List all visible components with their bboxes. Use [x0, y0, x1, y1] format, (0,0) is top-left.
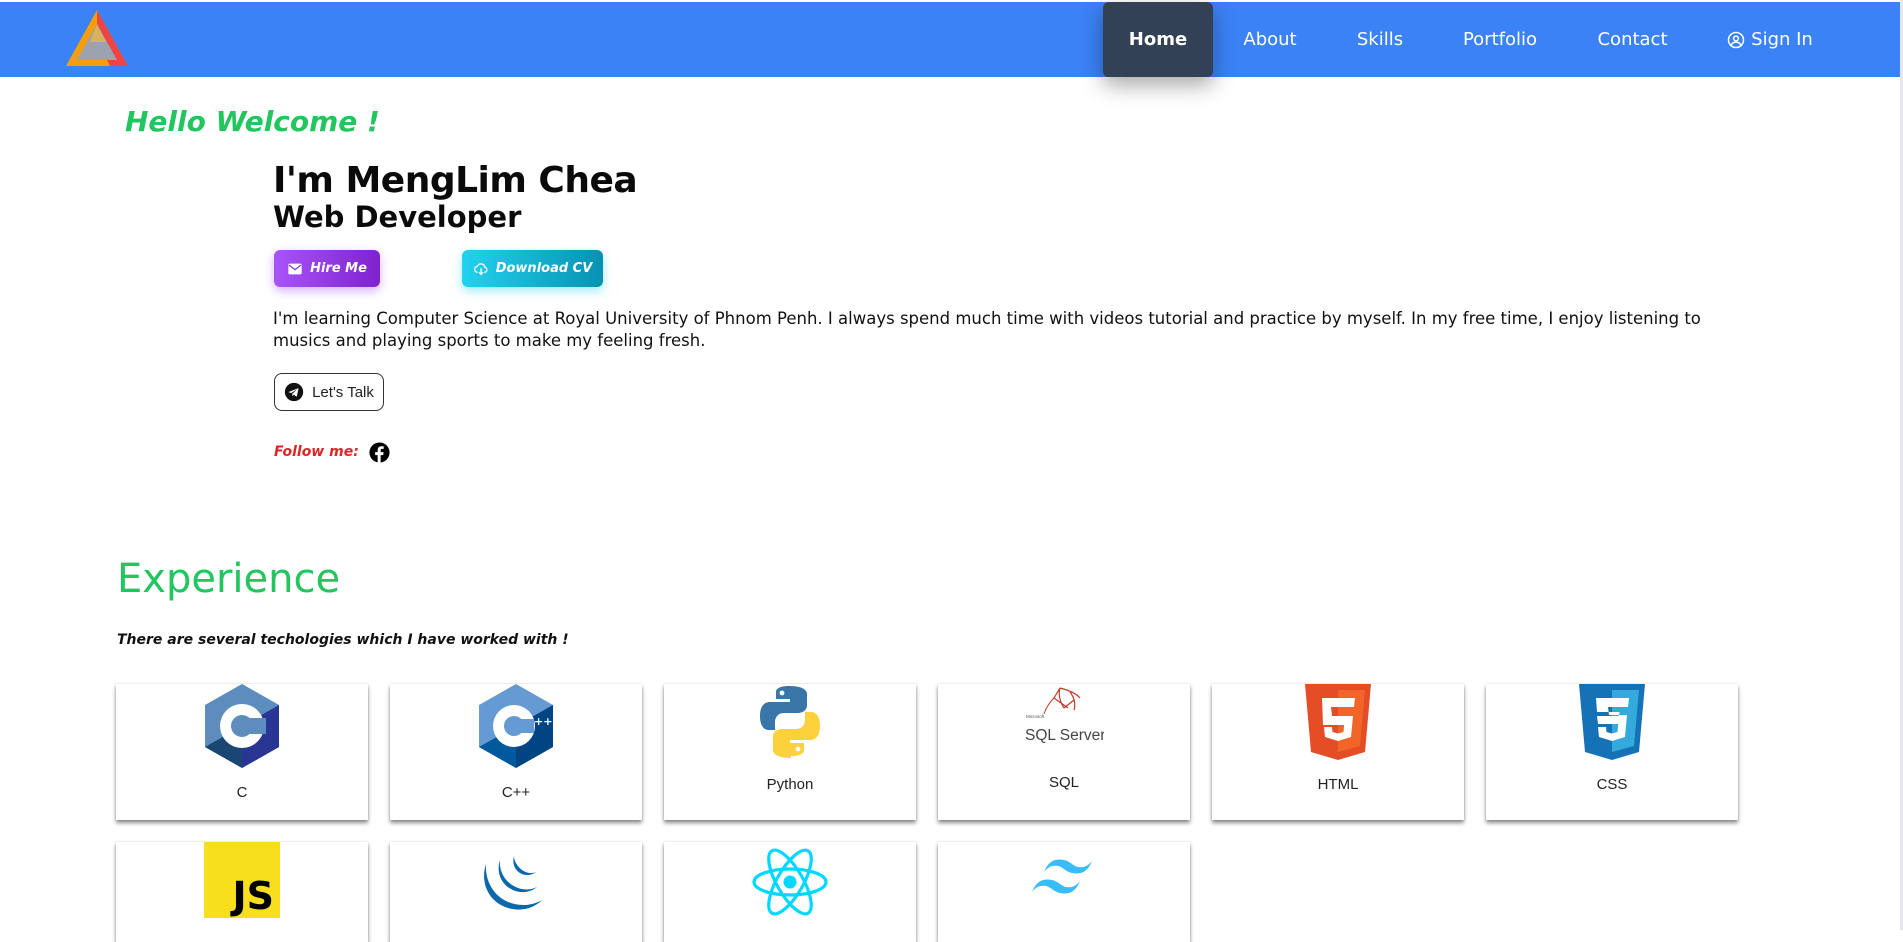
nav-about[interactable]: About	[1225, 2, 1315, 77]
skill-label: SQL	[1048, 774, 1079, 791]
experience-subtitle: There are several techologies which I ha…	[117, 632, 569, 648]
c-icon	[205, 684, 279, 768]
hero-name: I'm MengLim Chea	[273, 160, 638, 201]
facebook-icon[interactable]	[369, 442, 390, 463]
nav-skills[interactable]: Skills	[1335, 2, 1425, 77]
svg-text:Microsoft: Microsoft	[1026, 714, 1045, 719]
cpp-icon: ++	[479, 684, 553, 768]
user-circle-icon	[1727, 31, 1745, 48]
svg-text:++: ++	[534, 715, 552, 728]
navbar: Home About Skills Portfolio Contact Sign…	[0, 2, 1900, 77]
skill-card-jquery[interactable]	[390, 842, 642, 942]
bio-text: I'm learning Computer Science at Royal U…	[273, 309, 1701, 350]
html5-icon	[1305, 684, 1371, 760]
download-cv-button[interactable]: Download CV	[462, 250, 603, 287]
skill-label: Python	[766, 776, 814, 793]
cloud-download-icon	[473, 262, 488, 275]
svg-text:SQL Server: SQL Server	[1025, 727, 1104, 744]
tailwind-icon	[1032, 859, 1092, 894]
nav-home[interactable]: Home	[1103, 2, 1213, 77]
experience-heading: Experience	[117, 556, 341, 602]
skill-card-c[interactable]: C	[116, 684, 368, 820]
mail-icon	[288, 263, 302, 274]
skill-label: CSS	[1596, 776, 1628, 793]
hero-role: Web Developer	[273, 200, 522, 234]
hire-me-button[interactable]: Hire Me	[274, 250, 380, 287]
sign-in-button[interactable]: Sign In	[1720, 2, 1820, 77]
jquery-icon	[484, 856, 542, 910]
nav-contact[interactable]: Contact	[1585, 2, 1680, 77]
skill-label: C++	[501, 784, 531, 801]
sql-server-icon: Microsoft SQL Server	[1025, 687, 1104, 744]
skill-card-javascript[interactable]: JS	[116, 842, 368, 942]
css3-icon	[1579, 684, 1645, 760]
skill-card-react[interactable]	[664, 842, 916, 942]
python-icon	[760, 686, 820, 758]
hire-me-label: Hire Me	[310, 261, 367, 276]
download-cv-label: Download CV	[495, 261, 593, 276]
lets-talk-label: Let's Talk	[312, 383, 374, 401]
javascript-icon: JS	[204, 842, 280, 918]
svg-text:JS: JS	[229, 874, 274, 918]
skill-label: C	[236, 784, 248, 801]
skill-card-html[interactable]: HTML	[1212, 684, 1464, 820]
skill-label: HTML	[1317, 776, 1359, 793]
skill-card-css[interactable]: CSS	[1486, 684, 1738, 820]
follow-me-label: Follow me:	[274, 444, 359, 460]
skill-card-tailwind[interactable]	[938, 842, 1190, 942]
sign-in-label: Sign In	[1751, 29, 1813, 50]
logo-triangle-icon[interactable]	[62, 6, 132, 72]
lets-talk-button[interactable]: Let's Talk	[274, 373, 384, 411]
react-icon	[752, 848, 828, 916]
skill-card-python[interactable]: Python	[664, 684, 916, 820]
welcome-heading: Hello Welcome !	[125, 105, 380, 138]
skill-card-sql[interactable]: Microsoft SQL Server SQL	[938, 684, 1190, 820]
skill-card-cpp[interactable]: ++ C++	[390, 684, 642, 820]
nav-portfolio[interactable]: Portfolio	[1450, 2, 1550, 77]
telegram-icon	[284, 382, 304, 402]
